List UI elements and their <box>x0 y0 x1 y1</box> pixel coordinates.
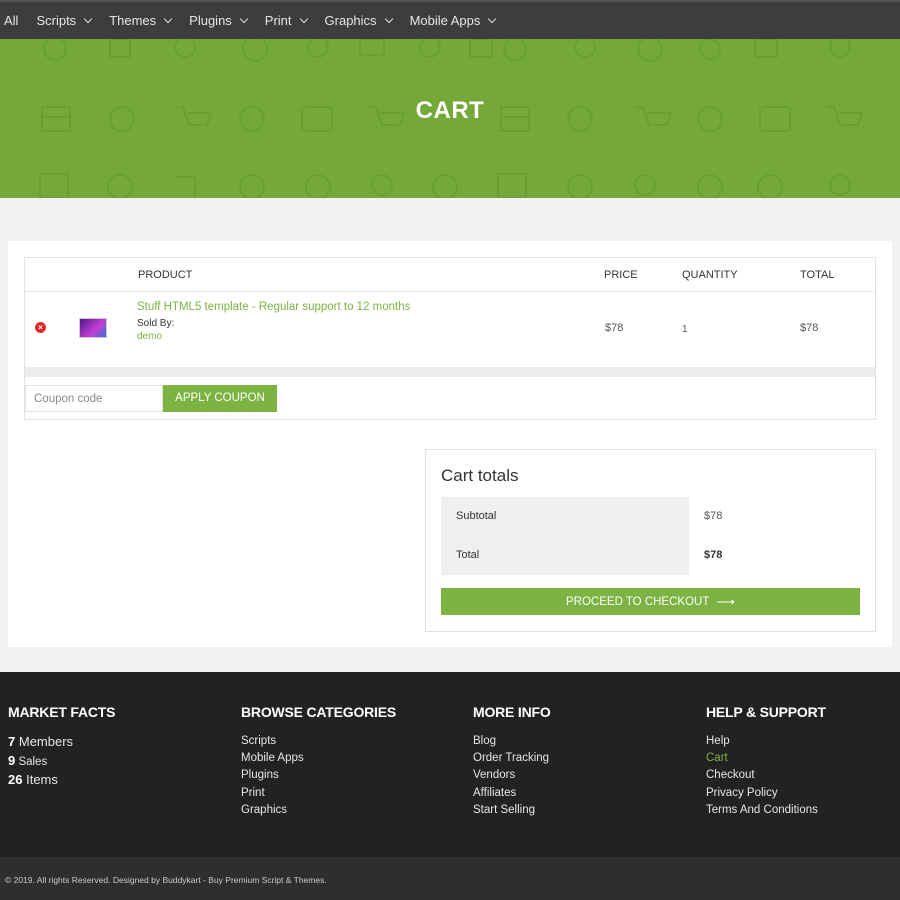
subtotal-value: $78 <box>704 510 723 522</box>
apply-coupon-button[interactable]: APPLY COUPON <box>163 385 277 412</box>
fact-count: 26 <box>8 772 23 787</box>
footer-link-vendors[interactable]: Vendors <box>473 767 551 784</box>
column-header-quantity: QUANTITY <box>682 269 738 281</box>
chevron-down-icon <box>239 14 249 23</box>
footer-link-start-selling[interactable]: Start Selling <box>473 802 551 819</box>
remove-circle-icon[interactable]: × <box>35 322 46 333</box>
nav-item-graphics[interactable]: Graphics <box>324 13 393 28</box>
footer-link-mobile-apps[interactable]: Mobile Apps <box>241 750 396 767</box>
subtotal-label: Subtotal <box>441 497 689 536</box>
chevron-down-icon <box>83 14 93 23</box>
fact-label: Items <box>26 772 58 787</box>
chevron-down-icon <box>163 14 173 23</box>
footer-link-terms[interactable]: Terms And Conditions <box>706 802 826 819</box>
footer-link-checkout[interactable]: Checkout <box>706 767 826 784</box>
nav-label: All <box>4 13 19 28</box>
chevron-down-icon <box>299 14 308 23</box>
checkout-label: PROCEED TO CHECKOUT <box>566 595 710 608</box>
item-quantity[interactable]: 1 <box>682 324 688 335</box>
nav-label: Print <box>264 13 292 28</box>
divider <box>25 291 875 292</box>
footer-more-info: MORE INFO Blog Order Tracking Vendors Af… <box>473 704 551 819</box>
nav-item-scripts[interactable]: Scripts <box>36 13 93 28</box>
nav-item-all[interactable]: All <box>4 13 18 28</box>
total-label: Total <box>441 536 689 575</box>
column-header-product: PRODUCT <box>138 269 193 281</box>
proceed-to-checkout-button[interactable]: PROCEED TO CHECKOUT ⟶ <box>441 588 860 615</box>
footer-link-order-tracking[interactable]: Order Tracking <box>473 750 551 767</box>
nav-item-print[interactable]: Print <box>264 13 308 28</box>
nav-label: Scripts <box>36 13 77 28</box>
chevron-down-icon <box>384 14 393 23</box>
footer-heading: BROWSE CATEGORIES <box>241 704 397 720</box>
item-price: $78 <box>605 322 624 334</box>
page-title: CART <box>415 97 485 124</box>
top-nav: All Scripts Themes Plugins Print Graphic… <box>0 0 900 39</box>
product-name-link[interactable]: Stuff HTML5 template - Regular support t… <box>137 301 410 313</box>
footer-heading: MARKET FACTS <box>8 704 116 720</box>
copyright-bar: © 2019. All rights Reserved. Designed by… <box>0 857 900 900</box>
fact-sales: 9 Sales <box>8 752 115 772</box>
copyright-text: © 2019. All rights Reserved. Designed by… <box>5 875 327 885</box>
cart-totals-title: Cart totals <box>441 466 519 485</box>
main-content: PRODUCT PRICE QUANTITY TOTAL × Stuff HTM… <box>8 241 892 647</box>
fact-items: 26 Items <box>8 771 115 790</box>
footer-link-cart[interactable]: Cart <box>706 750 826 767</box>
footer-link-help[interactable]: Help <box>706 733 826 750</box>
footer-link-scripts[interactable]: Scripts <box>241 733 396 750</box>
footer-link-print[interactable]: Print <box>241 785 396 802</box>
fact-label: Sales <box>18 755 48 768</box>
nav-item-plugins[interactable]: Plugins <box>189 13 249 28</box>
nav-label: Graphics <box>324 13 377 28</box>
arrow-right-icon: ⟶ <box>716 593 735 609</box>
footer-link-graphics[interactable]: Graphics <box>241 802 396 819</box>
page-banner: CART <box>0 39 900 198</box>
item-total: $78 <box>800 322 819 334</box>
column-header-price: PRICE <box>604 269 638 281</box>
cart-totals-panel: Cart totals Subtotal $78 Total $78 PROCE… <box>425 449 876 632</box>
footer-link-privacy-policy[interactable]: Privacy Policy <box>706 785 826 802</box>
footer-link-blog[interactable]: Blog <box>473 733 551 750</box>
footer-heading: MORE INFO <box>473 704 551 720</box>
fact-count: 9 <box>8 752 16 768</box>
cart-table: PRODUCT PRICE QUANTITY TOTAL × Stuff HTM… <box>24 257 876 420</box>
footer-help-support: HELP & SUPPORT Help Cart Checkout Privac… <box>706 704 826 819</box>
footer-market-facts: MARKET FACTS 7 Members 9 Sales 26 Items <box>8 704 115 790</box>
fact-label: Members <box>18 734 74 749</box>
product-thumbnail[interactable] <box>79 318 107 338</box>
footer-link-plugins[interactable]: Plugins <box>241 767 396 784</box>
sold-by-label: Sold By: <box>137 318 175 329</box>
column-header-total: TOTAL <box>800 269 835 281</box>
nav-item-themes[interactable]: Themes <box>109 13 173 28</box>
divider <box>25 367 875 377</box>
nav-label: Plugins <box>189 13 232 28</box>
coupon-code-input[interactable] <box>25 385 163 412</box>
footer-link-affiliates[interactable]: Affiliates <box>473 785 551 802</box>
nav-item-mobile-apps[interactable]: Mobile Apps <box>409 13 497 28</box>
vendor-link[interactable]: demo <box>137 331 162 342</box>
total-value: $78 <box>704 549 723 561</box>
footer: MARKET FACTS 7 Members 9 Sales 26 Items … <box>0 672 900 857</box>
nav-label: Mobile Apps <box>409 13 481 28</box>
footer-browse-categories: BROWSE CATEGORIES Scripts Mobile Apps Pl… <box>241 704 396 819</box>
fact-count: 7 <box>8 734 16 749</box>
chevron-down-icon <box>488 14 497 23</box>
fact-members: 7 Members <box>8 733 115 752</box>
footer-heading: HELP & SUPPORT <box>706 704 826 720</box>
nav-label: Themes <box>109 13 157 28</box>
